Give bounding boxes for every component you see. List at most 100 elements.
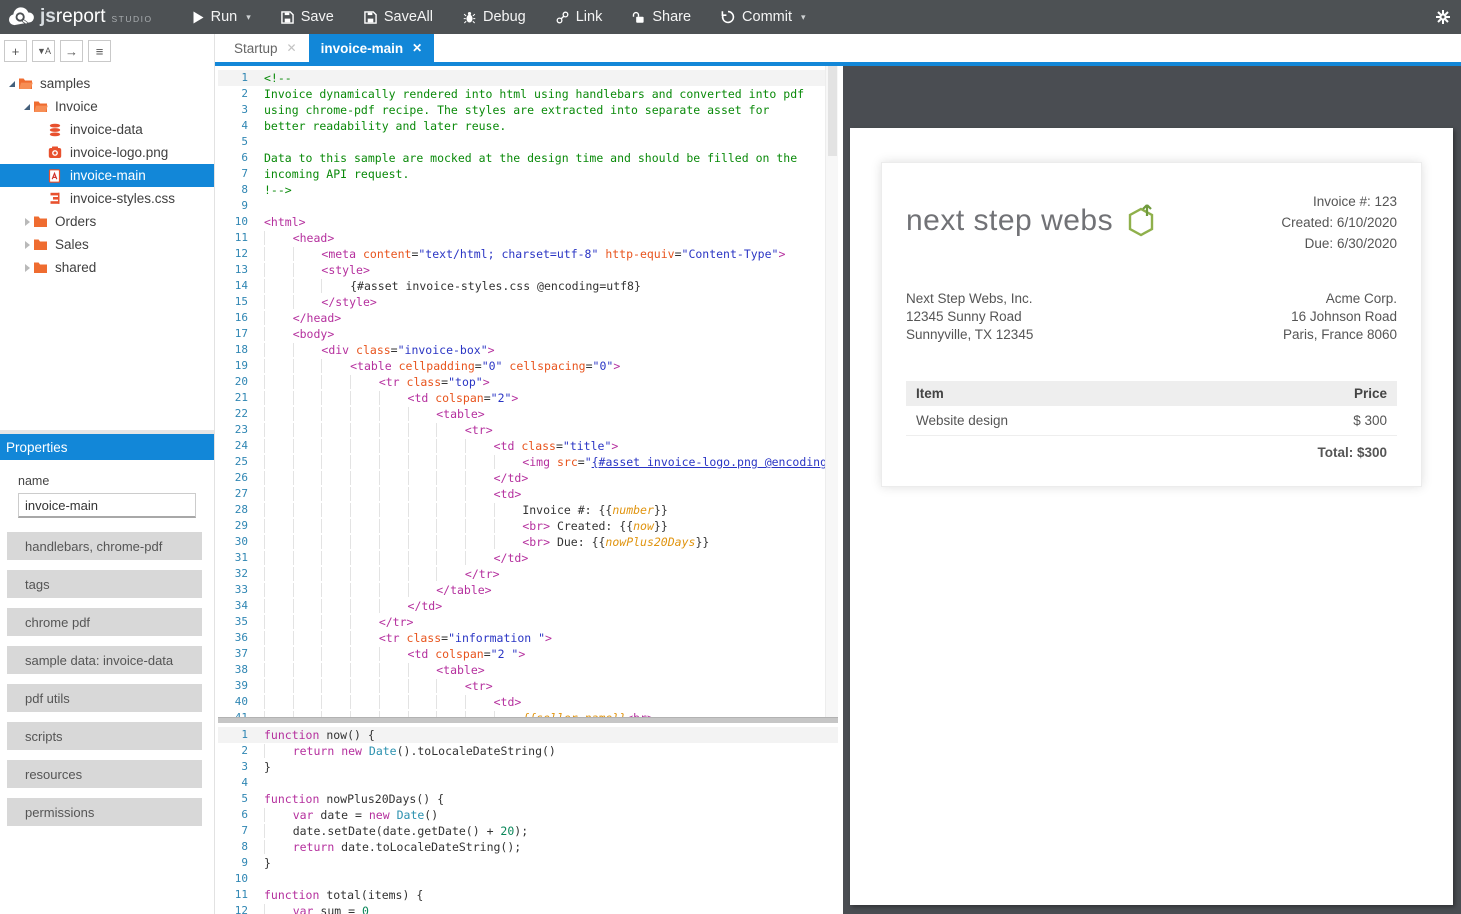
link-button[interactable]: Link (556, 9, 603, 25)
code-line[interactable]: 29 <br> Created: {{now}} (218, 518, 838, 534)
code-line[interactable]: 6Data to this sample are mocked at the d… (218, 150, 838, 166)
code-line[interactable]: 11 <head> (218, 230, 838, 246)
saveall-button[interactable]: SaveAll (364, 9, 433, 25)
tree-item-orders[interactable]: Orders (0, 210, 214, 233)
collapse-button[interactable]: → (60, 40, 83, 62)
tree-caret-icon[interactable] (21, 104, 33, 110)
invoice-meta: Invoice #: 123 Created: 6/10/2020 Due: 6… (1281, 188, 1397, 254)
tab-close-icon[interactable]: ✕ (287, 41, 297, 55)
tree-item-samples[interactable]: samples (0, 72, 214, 95)
tree-item-sales[interactable]: Sales (0, 233, 214, 256)
run-button[interactable]: Run ▾ (193, 9, 251, 25)
code-line[interactable]: 4better readability and later reuse. (218, 118, 838, 134)
code-line[interactable]: 19 <table cellpadding="0" cellspacing="0… (218, 358, 838, 374)
line-number: 9 (218, 198, 248, 214)
code-line[interactable]: 24 <td class="title"> (218, 438, 838, 454)
code-line[interactable]: 23 <tr> (218, 422, 838, 438)
code-line[interactable]: 12 var sum = 0 (218, 903, 838, 914)
code-line[interactable]: 15 </style> (218, 294, 838, 310)
code-line[interactable]: 11function total(items) { (218, 887, 838, 903)
tree-caret-icon[interactable] (6, 81, 18, 87)
code-line[interactable]: 7 date.setDate(date.getDate() + 20); (218, 823, 838, 839)
code-line[interactable]: 17 <body> (218, 326, 838, 342)
code-line[interactable]: 3using chrome-pdf recipe. The styles are… (218, 102, 838, 118)
code-line[interactable]: 38 <table> (218, 662, 838, 678)
code-line[interactable]: 1function now() { (218, 727, 838, 743)
tab-invoice-main[interactable]: invoice-main✕ (309, 34, 435, 62)
tree-item-invoice[interactable]: Invoice (0, 95, 214, 118)
template-code-editor[interactable]: 1<!--2Invoice dynamically rendered into … (218, 66, 838, 717)
properties-section-tags[interactable]: tags (7, 570, 202, 598)
code-line[interactable]: 2Invoice dynamically rendered into html … (218, 86, 838, 102)
code-line[interactable]: 33 </table> (218, 582, 838, 598)
commit-button[interactable]: Commit ▾ (721, 9, 805, 25)
code-line[interactable]: 10 (218, 871, 838, 887)
tree-caret-icon[interactable] (21, 264, 33, 272)
properties-section-chrome-pdf[interactable]: chrome pdf (7, 608, 202, 636)
code-line[interactable]: 25 <img src="{#asset invoice-logo.png @e… (218, 454, 838, 470)
code-line[interactable]: 39 <tr> (218, 678, 838, 694)
tree-item-invoice-data[interactable]: invoice-data (0, 118, 214, 141)
properties-section-scripts[interactable]: scripts (7, 722, 202, 750)
invoice-box: next step webs Invoice #: 123 Created: 6… (881, 162, 1422, 487)
code-line[interactable]: 21 <td colspan="2"> (218, 390, 838, 406)
code-line[interactable]: 16 </head> (218, 310, 838, 326)
code-line[interactable]: 6 var date = new Date() (218, 807, 838, 823)
properties-section-handlebars-chrome-pdf[interactable]: handlebars, chrome-pdf (7, 532, 202, 560)
code-line[interactable]: 7incoming API request. (218, 166, 838, 182)
tree-item-shared[interactable]: shared (0, 256, 214, 279)
line-number: 5 (218, 791, 248, 807)
share-button[interactable]: Share (632, 9, 691, 25)
code-line[interactable]: 5function nowPlus20Days() { (218, 791, 838, 807)
code-line[interactable]: 9 (218, 198, 838, 214)
helpers-code-editor[interactable]: 1function now() {2 return new Date().toL… (218, 723, 838, 914)
tree-item-invoice-styles-css[interactable]: invoice-styles.css (0, 187, 214, 210)
code-line[interactable]: 2 return new Date().toLocaleDateString() (218, 743, 838, 759)
code-line[interactable]: 5 (218, 134, 838, 150)
new-entity-button[interactable]: + (4, 40, 27, 62)
properties-section-sample-data-invoice-data[interactable]: sample data: invoice-data (7, 646, 202, 674)
name-input[interactable] (18, 493, 196, 518)
tree-caret-icon[interactable] (21, 218, 33, 226)
filter-button[interactable]: ▼A (32, 40, 55, 62)
code-line[interactable]: 34 </td> (218, 598, 838, 614)
code-line[interactable]: 35 </tr> (218, 614, 838, 630)
code-line[interactable]: 40 <td> (218, 694, 838, 710)
properties-section-permissions[interactable]: permissions (7, 798, 202, 826)
code-line[interactable]: 27 <td> (218, 486, 838, 502)
settings-gear-button[interactable] (1435, 9, 1451, 30)
code-line[interactable]: 4 (218, 775, 838, 791)
code-line[interactable]: 1<!-- (218, 70, 838, 86)
tree-caret-icon[interactable] (21, 241, 33, 249)
save-button[interactable]: Save (281, 9, 334, 25)
code-line[interactable]: 22 <table> (218, 406, 838, 422)
tree-item-invoice-main[interactable]: invoice-main (0, 164, 214, 187)
tab-startup[interactable]: Startup✕ (222, 34, 309, 62)
code-line[interactable]: 10<html> (218, 214, 838, 230)
code-line[interactable]: 9} (218, 855, 838, 871)
code-line[interactable]: 36 <tr class="information "> (218, 630, 838, 646)
code-line[interactable]: 28 Invoice #: {{number}} (218, 502, 838, 518)
code-line[interactable]: 20 <tr class="top"> (218, 374, 838, 390)
code-line[interactable]: 37 <td colspan="2 "> (218, 646, 838, 662)
properties-section-pdf-utils[interactable]: pdf utils (7, 684, 202, 712)
editor-scrollbar[interactable] (825, 66, 838, 717)
tab-close-icon[interactable]: ✕ (412, 41, 422, 55)
code-line[interactable]: 13 <style> (218, 262, 838, 278)
code-line[interactable]: 41 {{seller.name}}<br> (218, 710, 838, 717)
code-line[interactable]: 31 </td> (218, 550, 838, 566)
code-line[interactable]: 14 {#asset invoice-styles.css @encoding=… (218, 278, 838, 294)
code-line[interactable]: 12 <meta content="text/html; charset=utf… (218, 246, 838, 262)
debug-button[interactable]: Debug (463, 9, 526, 25)
code-line[interactable]: 18 <div class="invoice-box"> (218, 342, 838, 358)
code-line[interactable]: 8 return date.toLocaleDateString(); (218, 839, 838, 855)
data-icon (48, 123, 64, 137)
menu-button[interactable]: ≡ (88, 40, 111, 62)
tree-item-invoice-logo-png[interactable]: invoice-logo.png (0, 141, 214, 164)
code-line[interactable]: 32 </tr> (218, 566, 838, 582)
code-line[interactable]: 30 <br> Due: {{nowPlus20Days}} (218, 534, 838, 550)
code-line[interactable]: 8!--> (218, 182, 838, 198)
code-line[interactable]: 26 </td> (218, 470, 838, 486)
code-line[interactable]: 3} (218, 759, 838, 775)
properties-section-resources[interactable]: resources (7, 760, 202, 788)
